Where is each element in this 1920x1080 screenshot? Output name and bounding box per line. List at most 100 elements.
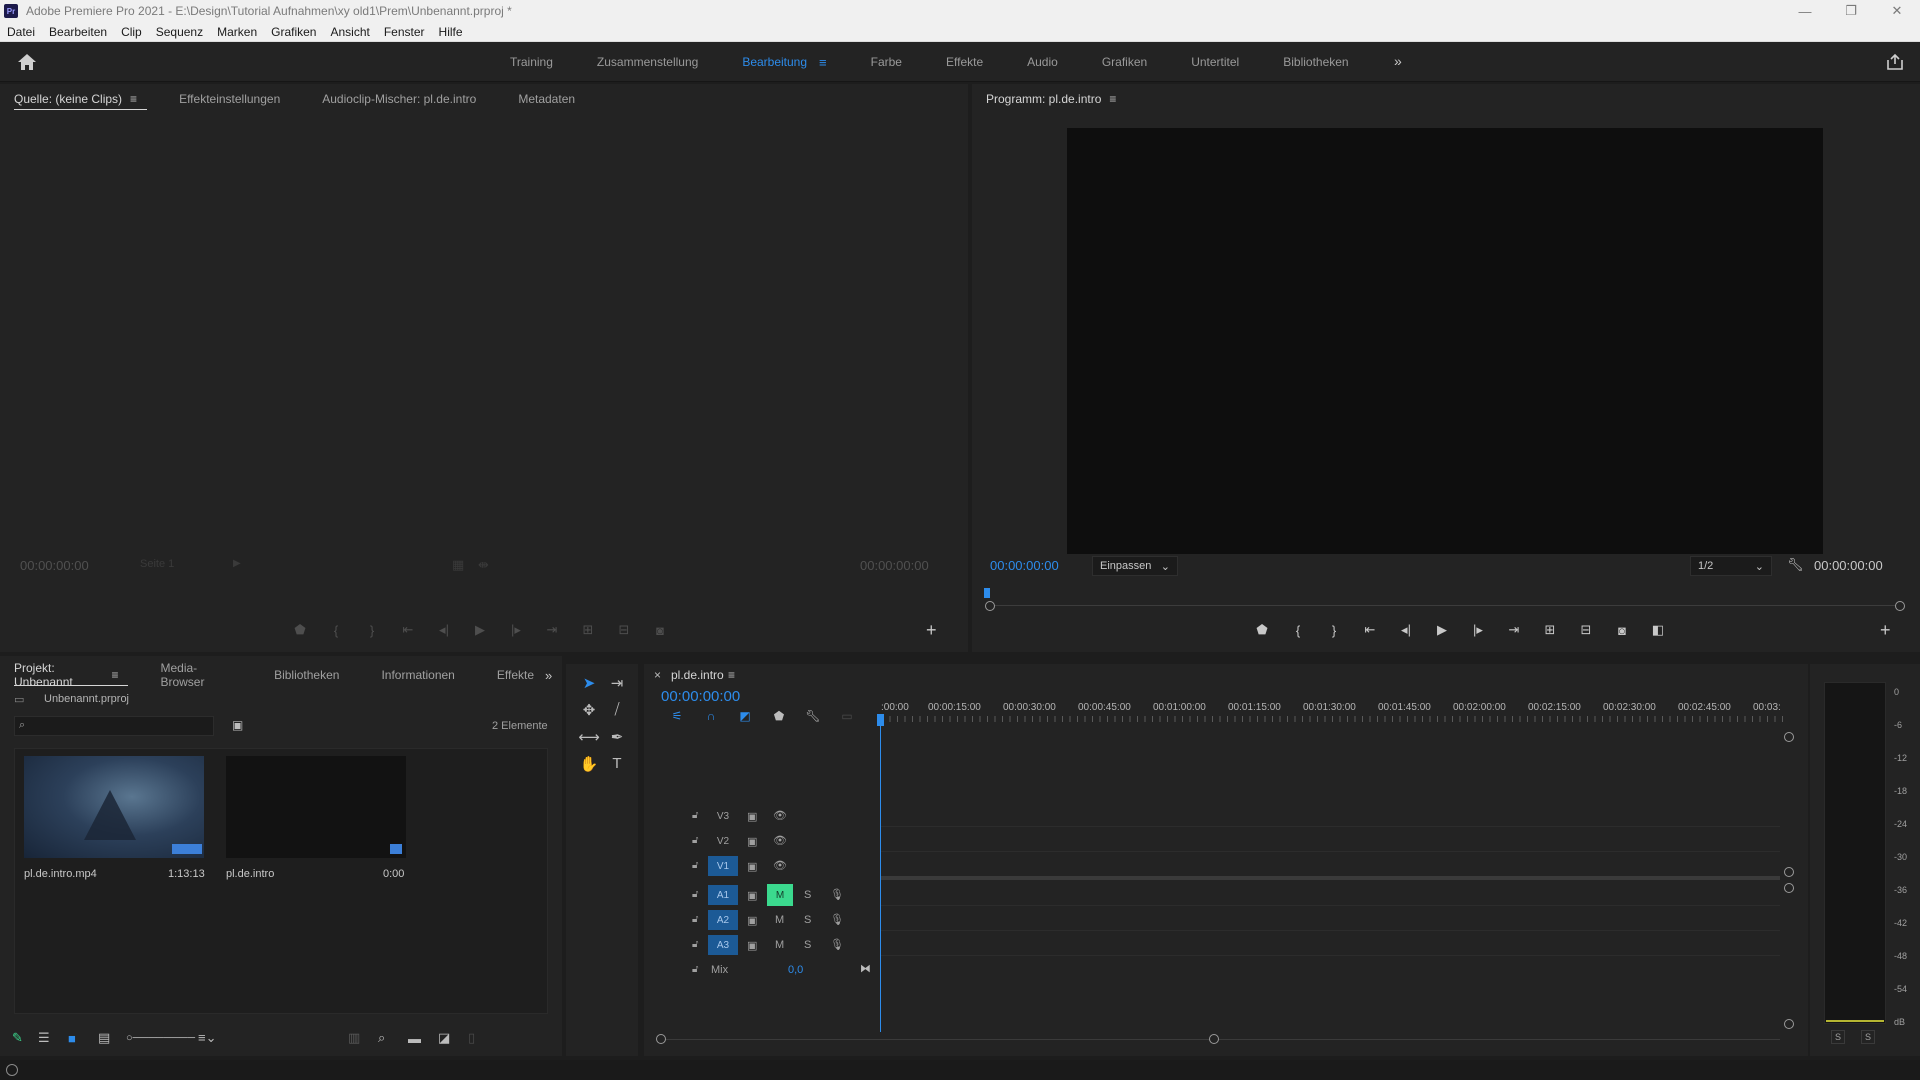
audio-scroll-handle-top[interactable] xyxy=(1784,883,1794,893)
pen-tool-icon[interactable]: ✒ xyxy=(606,728,628,746)
microphone-icon[interactable]: 🎙︎ xyxy=(830,938,844,951)
lock-icon[interactable]: 🔓︎ xyxy=(692,835,698,846)
comparison-view-icon[interactable]: ◧ xyxy=(1640,622,1676,638)
track-select-tool-icon[interactable]: ⇥ xyxy=(606,674,628,692)
menu-datei[interactable]: Datei xyxy=(0,25,42,39)
razor-tool-icon[interactable]: ⧸ xyxy=(606,701,628,718)
program-timecode[interactable]: 00:00:00:00 xyxy=(990,558,1059,573)
mix-volume-value[interactable]: 0,0 xyxy=(788,964,803,976)
step-forward-icon[interactable]: |▸ xyxy=(498,622,534,638)
sequence-tab-label[interactable]: pl.de.intro xyxy=(671,668,724,682)
tab-project[interactable]: Projekt: Unbenannt ≡ xyxy=(14,660,129,690)
tab-info[interactable]: Informationen xyxy=(381,660,454,690)
sync-lock-icon[interactable]: ▣ xyxy=(747,889,757,902)
tab-audio-clip-mixer[interactable]: Audioclip-Mischer: pl.de.intro xyxy=(322,84,476,114)
meter-solo-right-button[interactable]: S xyxy=(1861,1030,1875,1044)
program-playhead[interactable] xyxy=(984,588,990,598)
play-icon[interactable]: ▶ xyxy=(1424,622,1460,638)
new-bin-icon[interactable]: ▬ xyxy=(408,1031,438,1046)
overwrite-icon[interactable]: ⊟ xyxy=(606,622,642,638)
step-forward-icon[interactable]: |▸ xyxy=(1460,622,1496,638)
find-icon[interactable]: ⌕ xyxy=(378,1030,408,1046)
marker-icon[interactable]: ⬟ xyxy=(1244,622,1280,638)
new-bin-from-search-icon[interactable]: ▣ xyxy=(232,718,243,732)
marker-icon[interactable]: ⬟ xyxy=(282,622,318,638)
scrub-start-handle[interactable] xyxy=(985,601,995,611)
lock-icon[interactable]: 🔓︎ xyxy=(692,964,698,975)
program-scrub-bar[interactable] xyxy=(990,605,1900,606)
ripple-edit-tool-icon[interactable]: ✥ xyxy=(578,701,600,719)
mark-in-icon[interactable]: { xyxy=(1280,623,1316,638)
workspace-training[interactable]: Training xyxy=(510,55,553,69)
minimize-button[interactable]: — xyxy=(1782,0,1828,22)
fit-dropdown[interactable]: Einpassen ⌄ xyxy=(1092,556,1178,576)
go-to-in-icon[interactable]: ⇤ xyxy=(1352,622,1388,638)
tab-effect-controls[interactable]: Effekteinstellungen xyxy=(179,84,280,114)
type-tool-icon[interactable]: T xyxy=(606,755,628,772)
close-sequence-icon[interactable]: × xyxy=(654,668,661,682)
add-marker-icon[interactable]: ⬟ xyxy=(762,709,796,723)
microphone-icon[interactable]: 🎙︎ xyxy=(830,888,844,901)
more-workspaces-icon[interactable]: » xyxy=(1394,53,1402,69)
list-view-icon[interactable]: ☰ xyxy=(38,1030,68,1046)
tab-program[interactable]: Programm: pl.de.intro ≡ xyxy=(986,84,1116,114)
sort-icon[interactable]: ≡⌄ xyxy=(198,1030,234,1046)
clip-thumbnail[interactable] xyxy=(24,756,204,858)
play-icon[interactable]: ▶ xyxy=(462,622,498,638)
video-scroll-handle-top[interactable] xyxy=(1784,732,1794,742)
camera-icon[interactable]: ◙ xyxy=(642,623,678,638)
step-back-icon[interactable]: ◂| xyxy=(1388,622,1424,638)
sequence-thumbnail[interactable] xyxy=(226,756,406,858)
workspace-grafiken[interactable]: Grafiken xyxy=(1102,55,1147,69)
mark-in-icon[interactable]: { xyxy=(318,623,354,638)
maximize-button[interactable]: ❐ xyxy=(1828,0,1874,22)
solo-button-a2[interactable]: S xyxy=(804,914,811,926)
source-add-button-icon[interactable]: + xyxy=(926,620,937,641)
time-ruler[interactable] xyxy=(882,716,1788,722)
close-window-button[interactable]: ✕ xyxy=(1874,0,1920,22)
status-indicator-icon[interactable] xyxy=(6,1064,18,1076)
mark-out-icon[interactable]: } xyxy=(354,623,390,638)
lock-icon[interactable]: 🔓︎ xyxy=(692,914,698,925)
scrub-end-handle[interactable] xyxy=(1895,601,1905,611)
mark-out-icon[interactable]: } xyxy=(1316,623,1352,638)
snap-icon[interactable]: ∩ xyxy=(694,709,728,723)
track-v2[interactable]: V2 xyxy=(708,831,738,851)
sync-lock-icon[interactable]: ▣ xyxy=(747,860,757,873)
camera-icon[interactable]: ◙ xyxy=(1604,623,1640,638)
step-back-icon[interactable]: ◂| xyxy=(426,622,462,638)
freeform-view-icon[interactable]: ▤ xyxy=(98,1030,126,1046)
menu-grafiken[interactable]: Grafiken xyxy=(264,25,323,39)
slip-tool-icon[interactable]: ⟷ xyxy=(578,728,600,746)
go-to-out-icon[interactable]: ⇥ xyxy=(534,622,570,638)
hand-tool-icon[interactable]: ✋ xyxy=(578,755,600,773)
hamburger-menu-icon[interactable]: ≡ xyxy=(819,55,827,70)
track-a1[interactable]: A1 xyxy=(708,885,738,905)
automate-icon[interactable]: ▥ xyxy=(348,1030,378,1046)
program-monitor-screen[interactable] xyxy=(1067,128,1823,554)
project-search-input[interactable]: ⌕ xyxy=(14,716,214,736)
tab-libraries[interactable]: Bibliotheken xyxy=(274,660,339,690)
sync-lock-icon[interactable]: ▣ xyxy=(747,914,757,927)
meter-solo-left-button[interactable]: S xyxy=(1831,1030,1845,1044)
sync-lock-icon[interactable]: ▣ xyxy=(747,835,757,848)
go-to-end-icon[interactable]: ⧓ xyxy=(860,962,871,975)
wrench-icon[interactable]: 🔧︎ xyxy=(1787,557,1804,573)
eye-icon[interactable]: 👁︎ xyxy=(773,809,787,822)
extract-icon[interactable]: ⊟ xyxy=(1568,622,1604,638)
home-icon[interactable] xyxy=(17,53,37,71)
menu-clip[interactable]: Clip xyxy=(114,25,149,39)
share-icon[interactable] xyxy=(1886,53,1904,71)
tab-metadata[interactable]: Metadaten xyxy=(518,84,575,114)
panel-menu-icon[interactable]: ≡ xyxy=(1109,92,1116,106)
timeline-horizontal-scrollbar[interactable] xyxy=(660,1039,1780,1040)
menu-hilfe[interactable]: Hilfe xyxy=(432,25,470,39)
menu-sequenz[interactable]: Sequenz xyxy=(149,25,210,39)
pencil-icon[interactable]: ✎ xyxy=(12,1030,38,1046)
panel-menu-icon[interactable]: ≡ xyxy=(728,668,735,682)
go-to-out-icon[interactable]: ⇥ xyxy=(1496,622,1532,638)
menu-fenster[interactable]: Fenster xyxy=(377,25,432,39)
mute-button-a1[interactable]: M xyxy=(767,884,793,906)
track-v3[interactable]: V3 xyxy=(708,806,738,826)
icon-view-icon[interactable]: ■ xyxy=(68,1031,98,1046)
